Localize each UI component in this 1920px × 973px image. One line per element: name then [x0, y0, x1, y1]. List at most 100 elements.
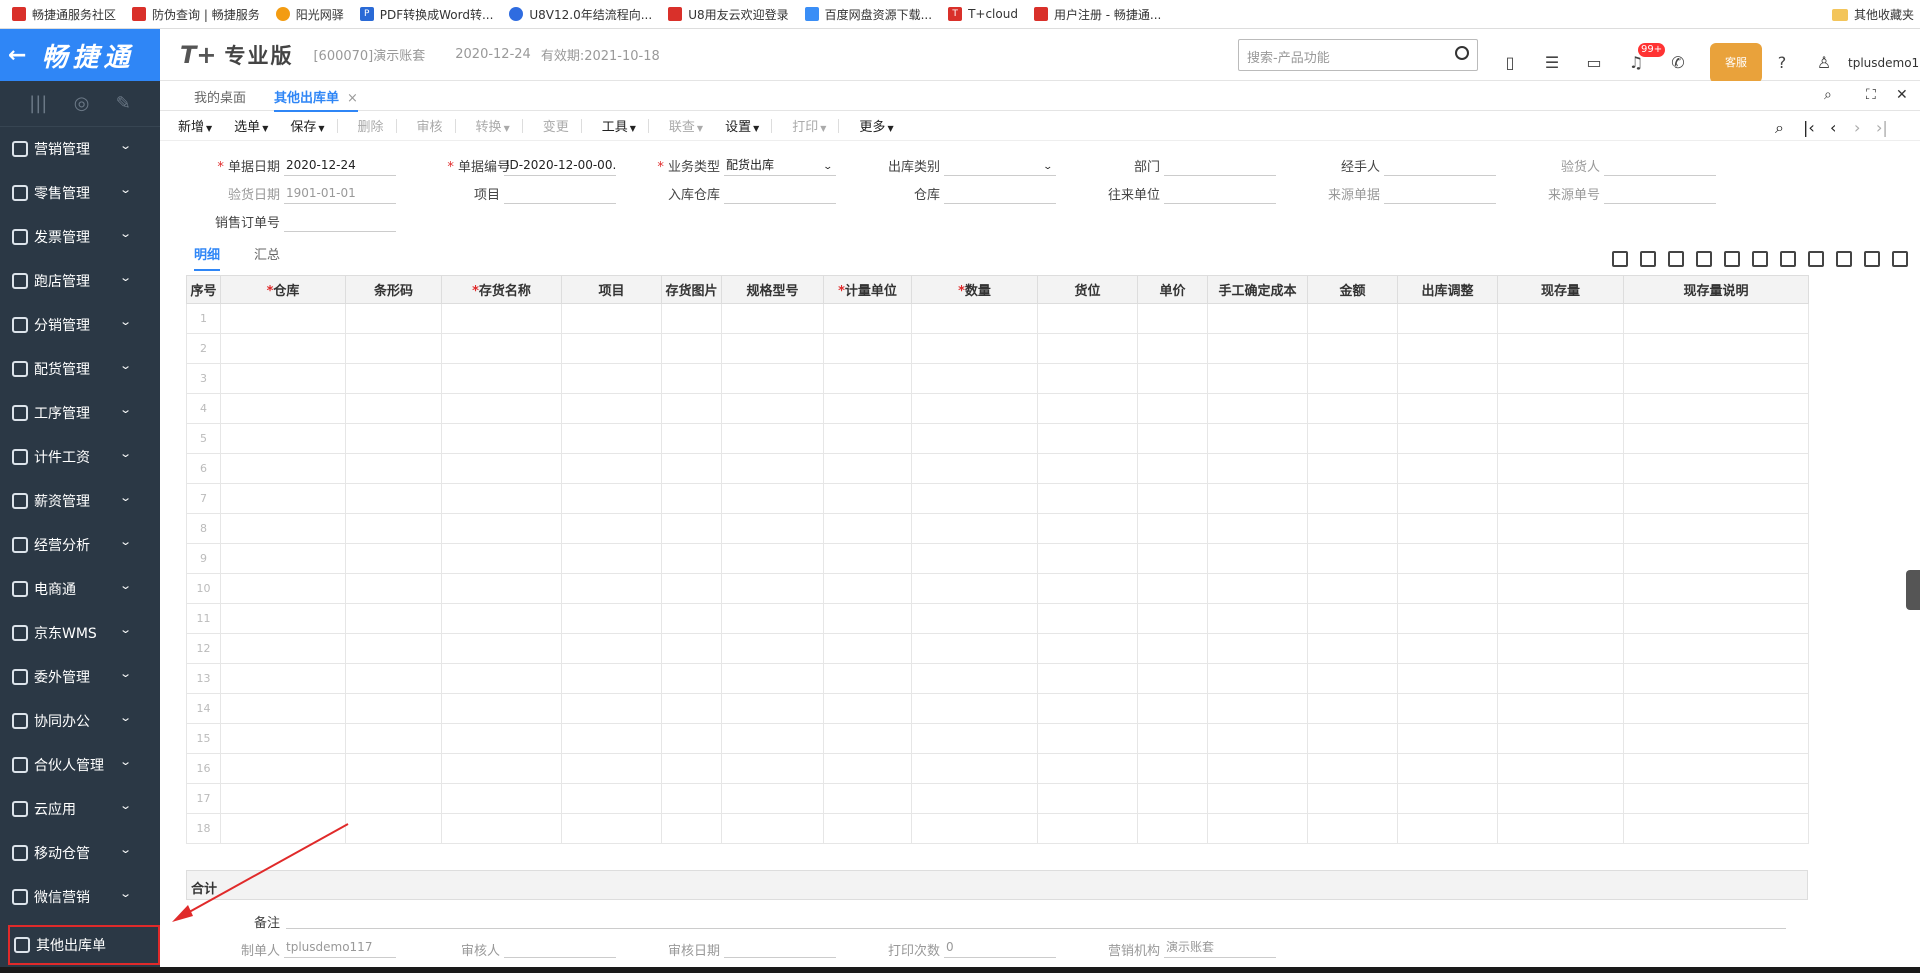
grid-cell[interactable] — [1137, 423, 1208, 454]
grid-cell[interactable] — [1623, 633, 1809, 664]
column-header[interactable]: 条形码 — [345, 275, 442, 304]
grid-cell[interactable] — [345, 333, 442, 364]
column-header[interactable]: 出库调整 — [1397, 275, 1498, 304]
grid-cell[interactable] — [1137, 813, 1208, 844]
table-row[interactable]: 13 — [186, 663, 1809, 694]
location-icon[interactable] — [1612, 251, 1628, 267]
doc-date-field[interactable]: 2020-12-24 — [284, 156, 396, 176]
table-row[interactable]: 3 — [186, 363, 1809, 394]
grid-cell[interactable] — [721, 693, 824, 724]
grid-cell[interactable] — [1137, 783, 1208, 814]
grid-cell[interactable] — [1307, 723, 1398, 754]
grid-cell[interactable] — [661, 753, 722, 784]
search-input[interactable]: 搜索-产品功能 — [1238, 39, 1478, 71]
grid-cell[interactable] — [1037, 483, 1138, 514]
grid-cell[interactable] — [1137, 303, 1208, 334]
sidebar-item[interactable]: 跑店管理 ⌄ — [0, 259, 160, 303]
grid-cell[interactable] — [661, 723, 722, 754]
grid-cell[interactable] — [1623, 423, 1809, 454]
grid-cell[interactable] — [1397, 573, 1498, 604]
grid-cell[interactable] — [1207, 633, 1308, 664]
tab-summary[interactable]: 汇总 — [254, 244, 280, 263]
grid-cell[interactable] — [721, 573, 824, 604]
grid-cell[interactable] — [1307, 393, 1398, 424]
grid-cell[interactable] — [911, 453, 1038, 484]
grid-cell[interactable] — [1137, 723, 1208, 754]
grid-cell[interactable] — [1037, 513, 1138, 544]
warehouse-field[interactable] — [944, 184, 1056, 204]
close-icon[interactable]: ✕ — [1896, 87, 1908, 103]
grid-cell[interactable] — [1307, 333, 1398, 364]
grid-cell[interactable] — [1397, 333, 1498, 364]
bookmark-item[interactable]: U8用友云欢迎登录 — [668, 6, 789, 23]
grid-cell[interactable] — [220, 363, 346, 394]
grid-cell[interactable] — [561, 693, 662, 724]
grid-cell[interactable] — [1307, 813, 1398, 844]
grid-cell[interactable] — [345, 753, 442, 784]
sidebar-item[interactable]: 电商通 ⌄ — [0, 567, 160, 611]
sidebar-item[interactable]: 零售管理 ⌄ — [0, 171, 160, 215]
grid-cell[interactable] — [911, 303, 1038, 334]
sidebar-item[interactable]: 经营分析 ⌄ — [0, 523, 160, 567]
grid-cell[interactable] — [661, 543, 722, 574]
grid-cell[interactable] — [220, 453, 346, 484]
grid-cell[interactable] — [823, 723, 912, 754]
warehouse-icon[interactable] — [1864, 251, 1880, 267]
grid-cell[interactable] — [561, 303, 662, 334]
doc-no-field[interactable]: ID-2020-12-00-00... — [504, 156, 616, 176]
batch-icon[interactable] — [1724, 251, 1740, 267]
grid-cell[interactable] — [345, 543, 442, 574]
grid-cell[interactable] — [1623, 393, 1809, 424]
grid-cell[interactable] — [441, 393, 562, 424]
grid-cell[interactable] — [220, 333, 346, 364]
grid-cell[interactable] — [561, 633, 662, 664]
linkquery-button[interactable]: 联查 ▼ — [669, 116, 703, 135]
grid-cell[interactable] — [823, 573, 912, 604]
sidebar-item[interactable]: 薪资管理 ⌄ — [0, 479, 160, 523]
inspector-field[interactable] — [1604, 156, 1716, 176]
grid-cell[interactable] — [661, 333, 722, 364]
source-doc-field[interactable] — [1384, 184, 1496, 204]
grid-cell[interactable] — [1207, 393, 1308, 424]
grid-cell[interactable] — [661, 453, 722, 484]
grid-cell[interactable] — [721, 603, 824, 634]
other-bookmarks[interactable]: 其他收藏夹 — [1831, 6, 1914, 23]
grid-cell[interactable] — [1497, 363, 1624, 394]
grid-cell[interactable] — [1623, 453, 1809, 484]
grid-cell[interactable] — [721, 783, 824, 814]
grid-cell[interactable] — [1137, 393, 1208, 424]
column-header[interactable]: 现存量 — [1497, 275, 1624, 304]
search-doc-icon[interactable]: ◎ — [74, 93, 90, 114]
grid-cell[interactable] — [345, 633, 442, 664]
close-icon[interactable]: × — [347, 91, 358, 106]
sales-order-field[interactable] — [284, 212, 396, 232]
search-icon[interactable]: ⌕ — [1824, 87, 1832, 103]
grid-cell[interactable] — [1623, 603, 1809, 634]
remark-field[interactable] — [286, 911, 1786, 929]
grid-cell[interactable] — [1397, 783, 1498, 814]
sidebar-item[interactable]: 计件工资 ⌄ — [0, 435, 160, 479]
grid-cell[interactable] — [823, 813, 912, 844]
sidebar-item[interactable]: 工序管理 ⌄ — [0, 391, 160, 435]
grid-cell[interactable] — [823, 603, 912, 634]
grid-cell[interactable] — [661, 483, 722, 514]
grid-cell[interactable] — [1307, 513, 1398, 544]
grid-cell[interactable] — [220, 813, 346, 844]
sidebar-item[interactable]: 京东WMS ⌄ — [0, 611, 160, 655]
sidebar-item[interactable]: 发票管理 ⌄ — [0, 215, 160, 259]
grid-cell[interactable] — [1623, 783, 1809, 814]
grid-cell[interactable] — [1497, 603, 1624, 634]
grid-cell[interactable] — [1307, 693, 1398, 724]
table-row[interactable]: 1 — [186, 303, 1809, 334]
grid-cell[interactable] — [1397, 363, 1498, 394]
grid-cell[interactable] — [220, 513, 346, 544]
grid-cell[interactable] — [911, 513, 1038, 544]
bookmark-item[interactable]: 用户注册 - 畅捷通... — [1033, 6, 1161, 23]
first-record-icon[interactable]: |‹ — [1803, 118, 1815, 137]
grid-cell[interactable] — [1497, 753, 1624, 784]
bookmark-item[interactable]: 畅捷通服务社区 — [12, 6, 116, 23]
phone-icon[interactable]: ✆ — [1668, 53, 1688, 73]
grid-cell[interactable] — [441, 333, 562, 364]
grid-cell[interactable] — [823, 633, 912, 664]
grid-cell[interactable] — [561, 813, 662, 844]
